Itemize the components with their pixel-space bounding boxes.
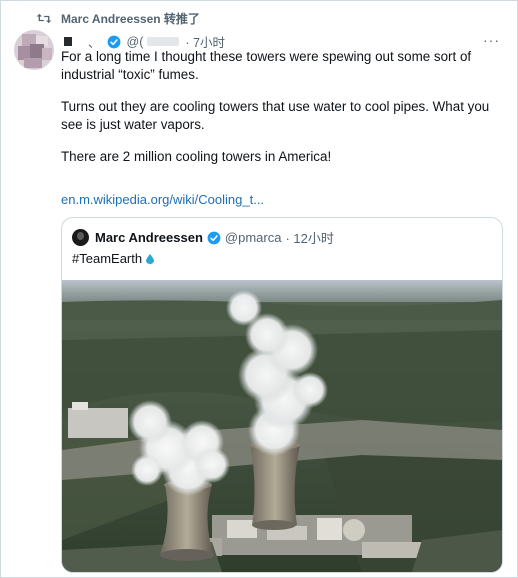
more-options-icon[interactable]: ··· [483, 32, 500, 48]
quoted-author-name[interactable]: Marc Andreessen [95, 230, 203, 245]
quoted-author-avatar[interactable] [72, 229, 89, 246]
quoted-tweet[interactable]: Marc Andreessen @pmarca · 12小时 #TeamEart… [61, 217, 503, 573]
cooling-towers-photo[interactable] [62, 280, 502, 572]
tweet-paragraph: Turns out they are cooling towers that u… [61, 99, 490, 132]
quoted-tweet-text: #TeamEarth [72, 251, 155, 266]
blurred-handle [147, 37, 180, 46]
author-avatar[interactable] [14, 30, 54, 70]
quoted-author-handle[interactable]: @pmarca [225, 230, 282, 245]
retweet-icon [36, 13, 52, 24]
author-name[interactable] [64, 37, 72, 46]
hashtag-link[interactable]: #TeamEarth [72, 251, 142, 266]
verified-badge-icon [107, 35, 120, 48]
author-handle[interactable]: @( [127, 35, 144, 49]
tweet-paragraph: For a long time I thought these towers w… [61, 49, 472, 82]
retweet-indicator[interactable]: Marc Andreessen 转推了 [36, 10, 200, 27]
wikipedia-link[interactable]: en.m.wikipedia.org/wiki/Cooling_t... [61, 192, 264, 207]
quoted-timestamp[interactable]: · 12小时 [285, 228, 333, 247]
retweet-label: Marc Andreessen 转推了 [61, 12, 200, 26]
tweet-paragraph: There are 2 million cooling towers in Am… [61, 149, 332, 164]
verified-badge-icon [207, 231, 221, 244]
tweet-text: For a long time I thought these towers w… [61, 48, 501, 166]
droplet-icon [146, 254, 155, 264]
quoted-tweet-header: Marc Andreessen @pmarca · 12小时 [72, 228, 334, 247]
